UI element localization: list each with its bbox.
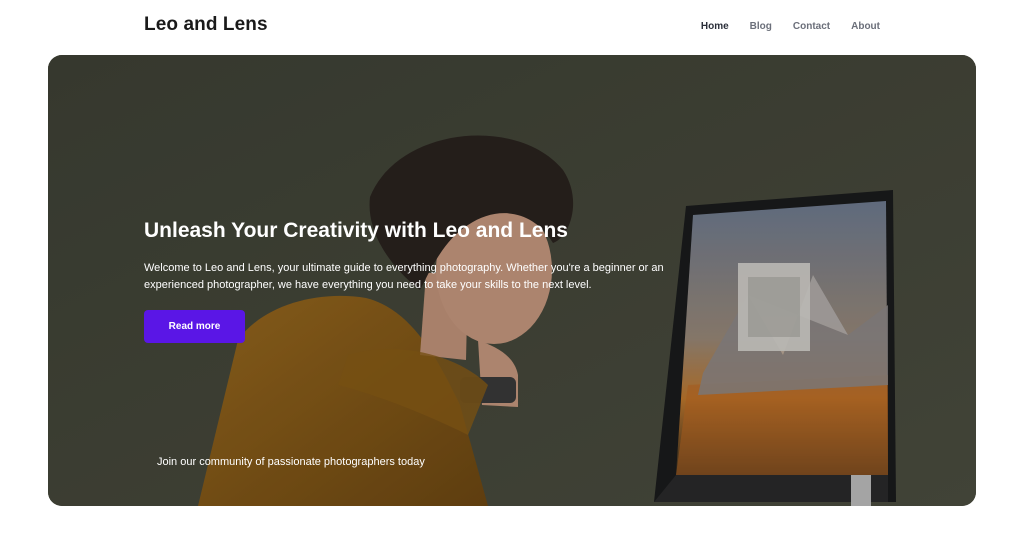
hero-banner: Unleash Your Creativity with Leo and Len… (48, 55, 976, 506)
site-logo-text[interactable]: Leo and Lens (144, 14, 268, 36)
hero-description: Welcome to Leo and Lens, your ultimate g… (144, 262, 664, 291)
read-more-button[interactable]: Read more (144, 310, 245, 343)
hero-content: Unleash Your Creativity with Leo and Len… (144, 217, 664, 343)
nav-link-blog[interactable]: Blog (750, 20, 772, 34)
nav-link-home[interactable]: Home (701, 20, 729, 34)
community-tagline: Join our community of passionate photogr… (157, 456, 425, 468)
site-header: Leo and Lens Home Blog Contact About (0, 0, 1024, 54)
nav-link-about[interactable]: About (851, 20, 880, 34)
main-nav: Home Blog Contact About (701, 20, 880, 34)
nav-link-contact[interactable]: Contact (793, 20, 830, 34)
hero-title: Unleash Your Creativity with Leo and Len… (144, 219, 568, 242)
